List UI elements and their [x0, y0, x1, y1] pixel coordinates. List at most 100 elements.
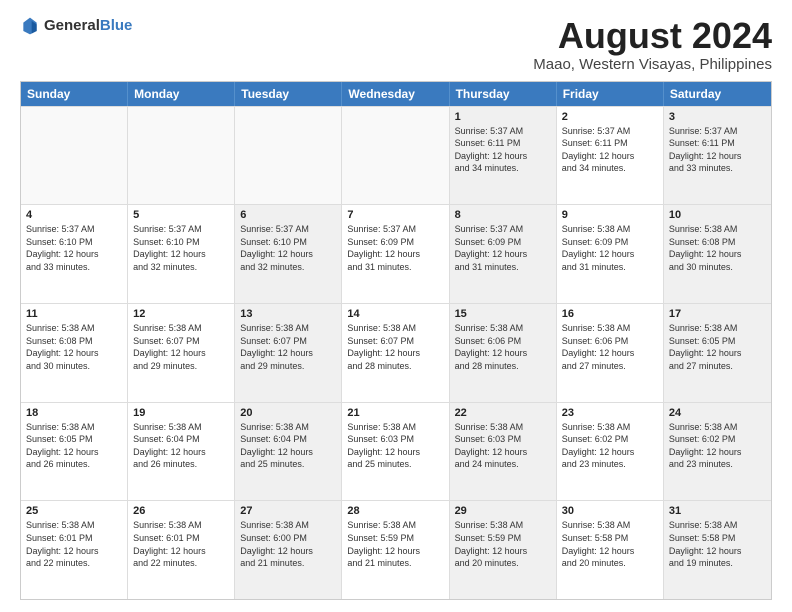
day-cell-10: 10 Sunrise: 5:38 AM Sunset: 6:08 PM Dayli…	[664, 205, 771, 303]
day-cell-15: 15 Sunrise: 5:38 AM Sunset: 6:06 PM Dayli…	[450, 304, 557, 402]
day-cell-27: 27 Sunrise: 5:38 AM Sunset: 6:00 PM Dayli…	[235, 501, 342, 599]
day-content: Sunrise: 5:38 AM Sunset: 6:06 PM Dayligh…	[562, 322, 658, 372]
logo: GeneralBlue	[20, 16, 132, 36]
day-header-sunday: Sunday	[21, 82, 128, 106]
day-cell-12: 12Sunrise: 5:38 AM Sunset: 6:07 PM Dayli…	[128, 304, 235, 402]
day-cell-7: 7 Sunrise: 5:37 AM Sunset: 6:09 PM Daylig…	[342, 205, 449, 303]
day-number: 24	[669, 407, 766, 419]
day-content: Sunrise: 5:37 AM Sunset: 6:10 PM Dayligh…	[240, 223, 336, 273]
day-cell-19: 19 Sunrise: 5:38 AM Sunset: 6:04 PM Dayli…	[128, 403, 235, 501]
day-content: Sunrise: 5:38 AM Sunset: 6:07 PM Dayligh…	[240, 322, 336, 372]
day-number: 20	[240, 407, 336, 419]
day-cell-25: 25 Sunrise: 5:38 AM Sunset: 6:01 PM Dayli…	[21, 501, 128, 599]
day-number: 23	[562, 407, 658, 419]
day-cell-28: 28 Sunrise: 5:38 AM Sunset: 5:59 PM Dayli…	[342, 501, 449, 599]
header: GeneralBlue August 2024 Maao, Western Vi…	[20, 16, 772, 73]
day-cell-11: 11 Sunrise: 5:38 AM Sunset: 6:08 PM Dayli…	[21, 304, 128, 402]
day-number: 14	[347, 308, 443, 320]
logo-icon	[20, 16, 40, 36]
day-number: 10	[669, 209, 766, 221]
day-content: Sunrise: 5:38 AM Sunset: 6:05 PM Dayligh…	[669, 322, 766, 372]
day-cell-13: 13 Sunrise: 5:38 AM Sunset: 6:07 PM Dayli…	[235, 304, 342, 402]
day-content: Sunrise: 5:37 AM Sunset: 6:11 PM Dayligh…	[562, 125, 658, 175]
empty-cell	[128, 107, 235, 205]
day-cell-17: 17 Sunrise: 5:38 AM Sunset: 6:05 PM Dayli…	[664, 304, 771, 402]
day-header-saturday: Saturday	[664, 82, 771, 106]
day-content: Sunrise: 5:38 AM Sunset: 6:02 PM Dayligh…	[669, 421, 766, 471]
day-content: Sunrise: 5:38 AM Sunset: 6:00 PM Dayligh…	[240, 519, 336, 569]
day-number: 21	[347, 407, 443, 419]
day-number: 25	[26, 505, 122, 517]
day-number: 7	[347, 209, 443, 221]
empty-cell	[235, 107, 342, 205]
day-content: Sunrise: 5:37 AM Sunset: 6:09 PM Dayligh…	[455, 223, 551, 273]
day-content: Sunrise: 5:38 AM Sunset: 5:58 PM Dayligh…	[562, 519, 658, 569]
day-number: 26	[133, 505, 229, 517]
day-number: 31	[669, 505, 766, 517]
calendar: SundayMondayTuesdayWednesdayThursdayFrid…	[20, 81, 772, 600]
day-content: Sunrise: 5:38 AM Sunset: 6:09 PM Dayligh…	[562, 223, 658, 273]
day-content: Sunrise: 5:38 AM Sunset: 5:59 PM Dayligh…	[347, 519, 443, 569]
day-number: 1	[455, 111, 551, 123]
day-number: 6	[240, 209, 336, 221]
empty-cell	[21, 107, 128, 205]
week-row-2: 4Sunrise: 5:37 AM Sunset: 6:10 PM Daylig…	[21, 204, 771, 303]
day-content: Sunrise: 5:37 AM Sunset: 6:10 PM Dayligh…	[133, 223, 229, 273]
day-number: 11	[26, 308, 122, 320]
empty-cell	[342, 107, 449, 205]
calendar-body: 1 Sunrise: 5:37 AM Sunset: 6:11 PM Daylig…	[21, 106, 771, 599]
day-number: 3	[669, 111, 766, 123]
week-row-3: 11 Sunrise: 5:38 AM Sunset: 6:08 PM Dayli…	[21, 303, 771, 402]
day-content: Sunrise: 5:37 AM Sunset: 6:11 PM Dayligh…	[455, 125, 551, 175]
day-number: 28	[347, 505, 443, 517]
day-content: Sunrise: 5:38 AM Sunset: 6:06 PM Dayligh…	[455, 322, 551, 372]
day-number: 13	[240, 308, 336, 320]
calendar-header: SundayMondayTuesdayWednesdayThursdayFrid…	[21, 82, 771, 106]
day-cell-31: 31 Sunrise: 5:38 AM Sunset: 5:58 PM Dayli…	[664, 501, 771, 599]
day-number: 16	[562, 308, 658, 320]
day-number: 27	[240, 505, 336, 517]
day-header-monday: Monday	[128, 82, 235, 106]
day-content: Sunrise: 5:37 AM Sunset: 6:09 PM Dayligh…	[347, 223, 443, 273]
day-content: Sunrise: 5:37 AM Sunset: 6:11 PM Dayligh…	[669, 125, 766, 175]
week-row-4: 18 Sunrise: 5:38 AM Sunset: 6:05 PM Dayli…	[21, 402, 771, 501]
day-content: Sunrise: 5:38 AM Sunset: 6:01 PM Dayligh…	[26, 519, 122, 569]
day-header-friday: Friday	[557, 82, 664, 106]
day-cell-14: 14 Sunrise: 5:38 AM Sunset: 6:07 PM Dayli…	[342, 304, 449, 402]
day-content: Sunrise: 5:38 AM Sunset: 6:05 PM Dayligh…	[26, 421, 122, 471]
title-area: August 2024 Maao, Western Visayas, Phili…	[533, 16, 772, 73]
day-header-tuesday: Tuesday	[235, 82, 342, 106]
day-number: 18	[26, 407, 122, 419]
day-cell-22: 22Sunrise: 5:38 AM Sunset: 6:03 PM Dayli…	[450, 403, 557, 501]
day-cell-6: 6 Sunrise: 5:37 AM Sunset: 6:10 PM Daylig…	[235, 205, 342, 303]
day-number: 8	[455, 209, 551, 221]
day-content: Sunrise: 5:38 AM Sunset: 6:04 PM Dayligh…	[133, 421, 229, 471]
logo-general: General	[44, 17, 100, 34]
day-cell-2: 2 Sunrise: 5:37 AM Sunset: 6:11 PM Daylig…	[557, 107, 664, 205]
day-cell-16: 16 Sunrise: 5:38 AM Sunset: 6:06 PM Dayli…	[557, 304, 664, 402]
day-content: Sunrise: 5:38 AM Sunset: 6:08 PM Dayligh…	[669, 223, 766, 273]
page: GeneralBlue August 2024 Maao, Western Vi…	[0, 0, 792, 612]
day-number: 15	[455, 308, 551, 320]
week-row-1: 1 Sunrise: 5:37 AM Sunset: 6:11 PM Daylig…	[21, 106, 771, 205]
day-number: 30	[562, 505, 658, 517]
day-content: Sunrise: 5:38 AM Sunset: 6:07 PM Dayligh…	[347, 322, 443, 372]
day-cell-21: 21Sunrise: 5:38 AM Sunset: 6:03 PM Dayli…	[342, 403, 449, 501]
day-cell-23: 23Sunrise: 5:38 AM Sunset: 6:02 PM Dayli…	[557, 403, 664, 501]
day-cell-9: 9Sunrise: 5:38 AM Sunset: 6:09 PM Daylig…	[557, 205, 664, 303]
day-cell-30: 30 Sunrise: 5:38 AM Sunset: 5:58 PM Dayli…	[557, 501, 664, 599]
main-title: August 2024	[533, 16, 772, 56]
day-cell-24: 24 Sunrise: 5:38 AM Sunset: 6:02 PM Dayli…	[664, 403, 771, 501]
day-cell-26: 26Sunrise: 5:38 AM Sunset: 6:01 PM Dayli…	[128, 501, 235, 599]
week-row-5: 25 Sunrise: 5:38 AM Sunset: 6:01 PM Dayli…	[21, 500, 771, 599]
day-number: 17	[669, 308, 766, 320]
day-cell-18: 18 Sunrise: 5:38 AM Sunset: 6:05 PM Dayli…	[21, 403, 128, 501]
day-content: Sunrise: 5:38 AM Sunset: 6:08 PM Dayligh…	[26, 322, 122, 372]
day-cell-1: 1 Sunrise: 5:37 AM Sunset: 6:11 PM Daylig…	[450, 107, 557, 205]
day-number: 19	[133, 407, 229, 419]
day-number: 2	[562, 111, 658, 123]
subtitle: Maao, Western Visayas, Philippines	[533, 56, 772, 73]
day-cell-20: 20Sunrise: 5:38 AM Sunset: 6:04 PM Dayli…	[235, 403, 342, 501]
day-content: Sunrise: 5:38 AM Sunset: 5:58 PM Dayligh…	[669, 519, 766, 569]
day-header-wednesday: Wednesday	[342, 82, 449, 106]
